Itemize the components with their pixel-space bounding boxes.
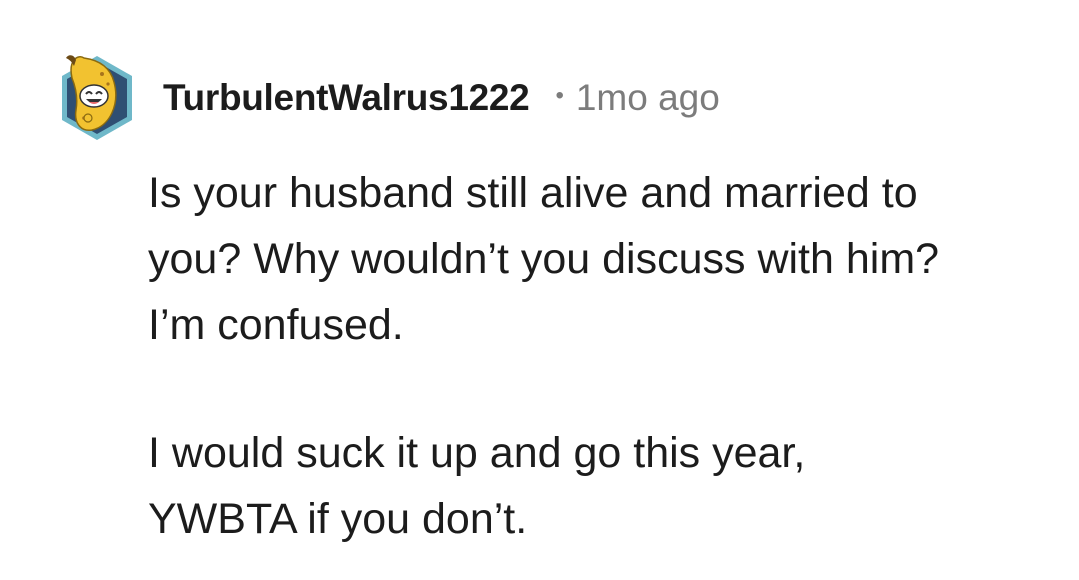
meta-separator: • — [555, 82, 564, 109]
comment-header: TurbulentWalrus1222 • 1mo ago — [58, 52, 720, 144]
comment-text-line: YWBTA if you don’t. — [148, 495, 528, 543]
comment-text-line: Is your husband still alive and married … — [148, 169, 918, 217]
comment-body: Is your husband still alive and married … — [148, 160, 1048, 552]
comment-paragraph: I would suck it up and go this year, YWB… — [148, 420, 1048, 552]
comment: TurbulentWalrus1222 • 1mo ago Is your hu… — [0, 0, 1079, 580]
comment-text-line: I’m confused. — [148, 301, 404, 349]
comment-text-line: I would suck it up and go this year, — [148, 429, 806, 477]
comment-text-line: you? Why wouldn’t you discuss with him? — [148, 235, 940, 283]
username[interactable]: TurbulentWalrus1222 — [163, 77, 530, 119]
comment-paragraph: Is your husband still alive and married … — [148, 160, 1048, 358]
banana-snoo-avatar-icon — [62, 55, 132, 140]
user-avatar[interactable] — [58, 52, 136, 144]
timestamp: 1mo ago — [575, 77, 720, 118]
